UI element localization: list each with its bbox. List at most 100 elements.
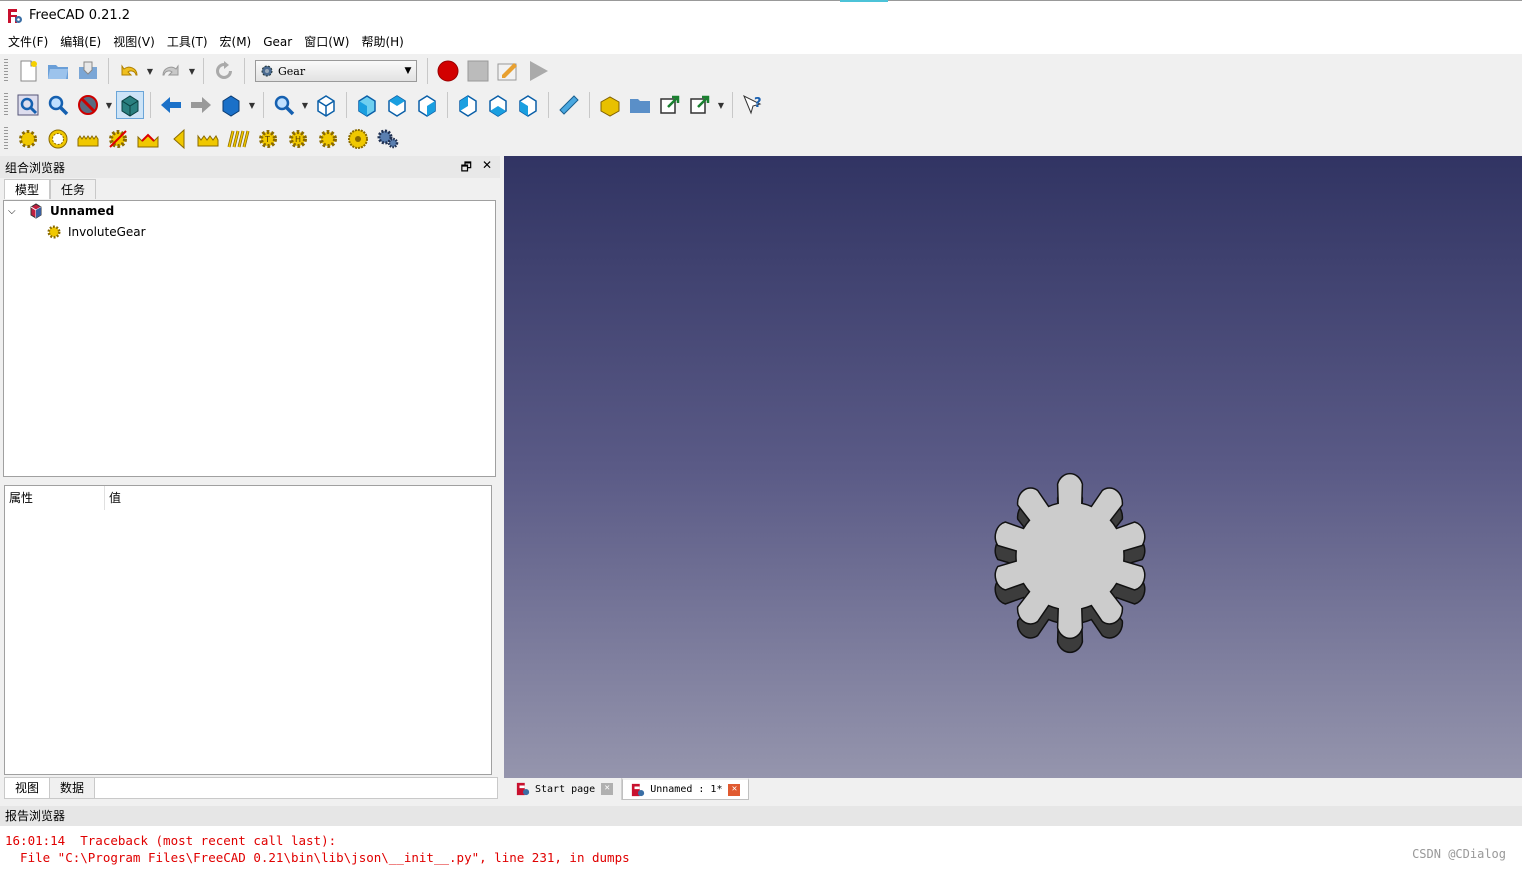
workbench-selector[interactable]: Gear ▼ bbox=[255, 60, 417, 82]
menu-tools[interactable]: 工具(T) bbox=[161, 30, 214, 54]
zoom-dropdown-icon[interactable]: ▼ bbox=[300, 101, 310, 110]
draw-style-dropdown-icon[interactable]: ▼ bbox=[104, 101, 114, 110]
back-arrow-icon[interactable] bbox=[157, 91, 185, 119]
link-actions-icon[interactable] bbox=[686, 91, 714, 119]
create-group-icon[interactable] bbox=[626, 91, 654, 119]
bevel-gear-icon[interactable] bbox=[164, 125, 192, 153]
record-macro-icon[interactable] bbox=[434, 57, 462, 85]
save-icon[interactable] bbox=[74, 57, 102, 85]
open-folder-icon[interactable] bbox=[44, 57, 72, 85]
combo-view-panel: 组合浏览器 🗗 ✕ 模型 任务 ⌵ Unnamed InvoluteGear 属… bbox=[0, 156, 504, 800]
tree-child-label: InvoluteGear bbox=[68, 225, 146, 239]
crown-gear-icon[interactable] bbox=[194, 125, 222, 153]
right-view-icon[interactable] bbox=[413, 91, 441, 119]
left-view-icon[interactable] bbox=[514, 91, 542, 119]
zoom-icon[interactable] bbox=[270, 91, 298, 119]
close-icon[interactable]: ✕ bbox=[728, 783, 741, 796]
freecad-logo-icon bbox=[632, 783, 645, 796]
tab-start-page[interactable]: Start page ✕ bbox=[508, 778, 623, 800]
float-panel-icon[interactable]: 🗗 bbox=[461, 158, 472, 179]
menu-edit[interactable]: 编辑(E) bbox=[54, 30, 107, 54]
run-macro-icon[interactable] bbox=[524, 57, 552, 85]
new-document-icon[interactable] bbox=[14, 57, 42, 85]
worm-gear-icon[interactable] bbox=[224, 125, 252, 153]
document-icon bbox=[30, 203, 42, 219]
stop-macro-icon[interactable] bbox=[464, 57, 492, 85]
fit-selection-icon[interactable] bbox=[44, 91, 72, 119]
edit-macro-icon[interactable] bbox=[494, 57, 522, 85]
create-part-icon[interactable] bbox=[596, 91, 624, 119]
menu-macro[interactable]: 宏(M) bbox=[214, 30, 258, 54]
draw-style-icon[interactable] bbox=[74, 91, 102, 119]
toolbar-grip[interactable] bbox=[4, 59, 8, 83]
lantern-gear-icon[interactable] bbox=[314, 125, 342, 153]
top-view-icon[interactable] bbox=[383, 91, 411, 119]
menu-gear[interactable]: Gear bbox=[257, 30, 298, 54]
std-views-icon[interactable] bbox=[217, 91, 245, 119]
report-view[interactable]: 16:01:14 Traceback (most recent call las… bbox=[0, 826, 1522, 871]
bottom-view-icon[interactable] bbox=[484, 91, 512, 119]
tab-data[interactable]: 数据 bbox=[50, 778, 96, 798]
toolbar-separator bbox=[203, 58, 204, 84]
std-views-dropdown-icon[interactable]: ▼ bbox=[247, 101, 257, 110]
measure-icon[interactable] bbox=[555, 91, 583, 119]
menu-view[interactable]: 视图(V) bbox=[107, 30, 161, 54]
close-icon[interactable]: ✕ bbox=[601, 783, 614, 795]
internal-gear-icon[interactable] bbox=[44, 125, 72, 153]
rack-gear-icon[interactable] bbox=[74, 125, 102, 153]
gear-connector-icon[interactable] bbox=[374, 125, 402, 153]
menu-help[interactable]: 帮助(H) bbox=[355, 30, 409, 54]
tab-view[interactable]: 视图 bbox=[5, 778, 51, 798]
hypocycloid-gear-icon[interactable] bbox=[344, 125, 372, 153]
bounding-box-icon[interactable] bbox=[116, 91, 144, 119]
tree-item-unnamed[interactable]: ⌵ Unnamed bbox=[8, 201, 114, 221]
model-tree: ⌵ Unnamed InvoluteGear bbox=[3, 200, 496, 477]
link-icon[interactable] bbox=[656, 91, 684, 119]
watermark: CSDN @CDialog bbox=[1412, 847, 1506, 861]
toolbar-separator bbox=[447, 92, 448, 118]
value-header[interactable]: 值 bbox=[105, 486, 121, 510]
timing-gear-t-icon[interactable]: T bbox=[254, 125, 282, 153]
tab-model[interactable]: 模型 bbox=[4, 179, 51, 199]
gear-model[interactable] bbox=[504, 156, 1522, 778]
report-view-title: 报告浏览器 bbox=[0, 806, 1522, 826]
redo-icon[interactable] bbox=[157, 57, 185, 85]
toolbar-grip[interactable] bbox=[4, 127, 8, 151]
3d-viewport[interactable] bbox=[504, 156, 1522, 778]
whats-this-icon[interactable]: ? bbox=[739, 91, 767, 119]
redo-dropdown-icon[interactable]: ▼ bbox=[187, 67, 197, 76]
toolbar-separator bbox=[244, 58, 245, 84]
property-header[interactable]: 属性 bbox=[5, 486, 105, 510]
freecad-logo-icon bbox=[8, 9, 22, 23]
document-tabs: Start page ✕ Unnamed : 1* ✕ bbox=[504, 778, 1522, 801]
toolbar-separator bbox=[548, 92, 549, 118]
toolbar-grip[interactable] bbox=[4, 93, 8, 117]
file-toolbar: ▼ ▼ Gear ▼ bbox=[0, 54, 1522, 88]
tree-item-involute-gear[interactable]: InvoluteGear bbox=[46, 222, 146, 242]
timing-gear-icon[interactable]: H bbox=[284, 125, 312, 153]
gear-top-face bbox=[994, 472, 1146, 640]
front-view-icon[interactable] bbox=[353, 91, 381, 119]
undo-dropdown-icon[interactable]: ▼ bbox=[145, 67, 155, 76]
toolbar-separator bbox=[108, 58, 109, 84]
menu-bar: 文件(F) 编辑(E) 视图(V) 工具(T) 宏(M) Gear 窗口(W) … bbox=[0, 30, 1522, 54]
undo-icon[interactable] bbox=[115, 57, 143, 85]
menu-file[interactable]: 文件(F) bbox=[2, 30, 54, 54]
link-dropdown-icon[interactable]: ▼ bbox=[716, 101, 726, 110]
tab-start-page-label: Start page bbox=[535, 783, 596, 795]
close-icon[interactable]: ✕ bbox=[482, 158, 492, 179]
chevron-down-icon[interactable]: ⌵ bbox=[8, 206, 22, 217]
cycloid-rack-icon[interactable] bbox=[134, 125, 162, 153]
chevron-down-icon: ▼ bbox=[404, 66, 412, 76]
title-bar: FreeCAD 0.21.2 bbox=[0, 0, 1522, 30]
rear-view-icon[interactable] bbox=[454, 91, 482, 119]
cycloid-gear-icon[interactable] bbox=[104, 125, 132, 153]
fit-all-icon[interactable] bbox=[14, 91, 42, 119]
forward-arrow-icon[interactable] bbox=[187, 91, 215, 119]
isometric-view-icon[interactable] bbox=[312, 91, 340, 119]
involute-gear-icon[interactable] bbox=[14, 125, 42, 153]
menu-window[interactable]: 窗口(W) bbox=[298, 30, 355, 54]
tab-unnamed[interactable]: Unnamed : 1* ✕ bbox=[622, 778, 750, 800]
refresh-icon[interactable] bbox=[210, 57, 238, 85]
tab-tasks[interactable]: 任务 bbox=[50, 179, 97, 199]
